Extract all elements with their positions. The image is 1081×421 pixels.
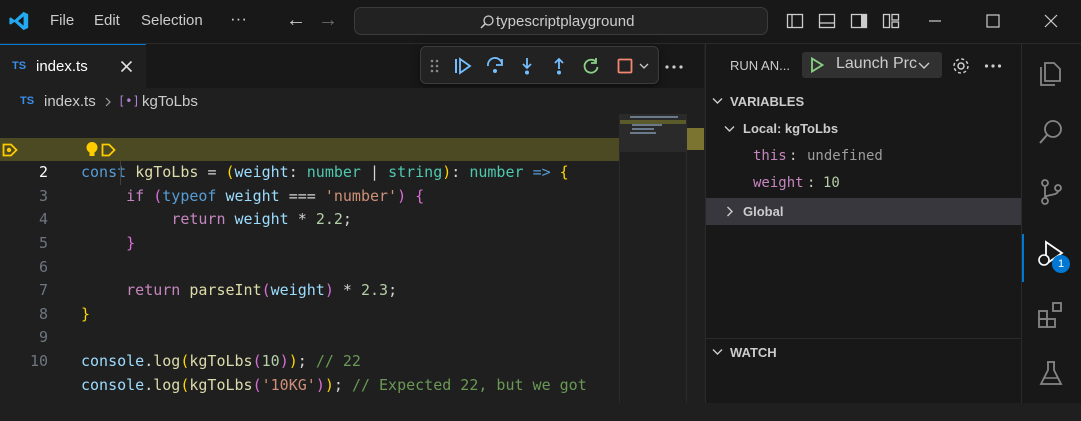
- panel-title: RUN AN...: [730, 58, 790, 73]
- scope-label: Local: kgToLbs: [743, 121, 839, 136]
- inline-breakpoint-icon[interactable]: [101, 143, 117, 157]
- step-over-icon[interactable]: [485, 56, 505, 76]
- editor-scrollbar[interactable]: [686, 114, 704, 403]
- gear-icon[interactable]: [951, 56, 971, 76]
- search-icon[interactable]: [1036, 117, 1066, 147]
- command-center-label: typescriptplayground: [496, 13, 635, 30]
- code-line: 6 return parseInt(weight) * 2.3;: [0, 232, 619, 300]
- start-debugging-icon[interactable]: [810, 57, 824, 73]
- lightbulb-icon[interactable]: [85, 141, 99, 159]
- code-line: 4 }: [0, 185, 619, 252]
- watch-section-header[interactable]: WATCH: [706, 339, 1022, 365]
- code-line: 9 console.log(kgToLbs(10)); // 22: [0, 303, 619, 370]
- symbol-variable-icon: [•]: [118, 94, 140, 108]
- explorer-icon[interactable]: [1036, 58, 1066, 88]
- indent-guide: [120, 161, 121, 185]
- line-number: 10: [29, 351, 48, 370]
- active-indicator: [1022, 234, 1024, 282]
- code-line: 7 }: [0, 256, 619, 323]
- continue-icon[interactable]: [453, 56, 473, 76]
- typescript-file-icon: TS: [12, 60, 27, 72]
- scope-local[interactable]: Local: kgToLbs: [706, 115, 1022, 142]
- variables-title: VARIABLES: [730, 94, 805, 109]
- editor-more-actions-icon[interactable]: [664, 64, 684, 70]
- step-into-icon[interactable]: [517, 56, 537, 76]
- close-tab-icon[interactable]: [120, 60, 133, 73]
- breadcrumb-symbol[interactable]: kgToLbs: [142, 93, 198, 110]
- restart-icon[interactable]: [581, 56, 601, 76]
- variables-section-header[interactable]: VARIABLES: [706, 89, 1022, 115]
- debug-count-badge: 1: [1052, 255, 1070, 273]
- breadcrumb: TS index.ts [•] kgToLbs: [0, 88, 704, 114]
- code-editor[interactable]: 1 const kgToLbs = (weight: number | stri…: [0, 114, 619, 403]
- activity-bar: 1: [1021, 44, 1081, 403]
- menu-file[interactable]: File: [50, 12, 74, 29]
- launch-config-label: Launch Prc: [836, 55, 917, 72]
- launch-config-dropdown[interactable]: Launch Prc: [802, 52, 942, 78]
- code-line: 10 console.log(kgToLbs('10KG')); // Expe…: [0, 326, 619, 394]
- testing-flask-icon[interactable]: [1036, 359, 1066, 389]
- drag-handle-icon[interactable]: [430, 59, 439, 73]
- toggle-primary-sidebar-icon[interactable]: [786, 12, 804, 30]
- variable-value: 10: [823, 175, 840, 191]
- tab-index-ts[interactable]: TS index.ts: [0, 44, 146, 88]
- breadcrumb-file[interactable]: index.ts: [44, 93, 96, 110]
- toggle-panel-icon[interactable]: [818, 12, 836, 30]
- minimap-code: [632, 124, 662, 126]
- forward-arrow-icon[interactable]: →: [318, 9, 338, 32]
- command-center-search[interactable]: typescriptplayground: [354, 7, 768, 35]
- tab-label: index.ts: [36, 58, 88, 75]
- variable-name: weight: [753, 175, 804, 191]
- stop-icon[interactable]: [615, 56, 635, 76]
- more-actions-icon[interactable]: [984, 63, 1002, 69]
- maximize-icon[interactable]: [984, 12, 1002, 30]
- search-icon: [480, 15, 494, 29]
- chevron-right-icon: [727, 206, 733, 217]
- code-line: 5: [0, 208, 619, 252]
- title-bar: File Edit Selection ··· ← → typescriptpl…: [0, 0, 1081, 44]
- code-line: 8: [0, 279, 619, 323]
- code-line: 1 const kgToLbs = (weight: number | stri…: [0, 114, 619, 182]
- minimap[interactable]: [619, 114, 687, 403]
- run-and-debug-panel: RUN AN... Launch Prc VARIABLES Local: kg…: [705, 44, 1022, 403]
- menu-more[interactable]: ···: [230, 9, 247, 29]
- toggle-secondary-sidebar-icon[interactable]: [850, 12, 868, 30]
- back-arrow-icon[interactable]: ←: [286, 9, 306, 32]
- watch-title: WATCH: [730, 345, 777, 360]
- chevron-down-icon: [918, 62, 930, 69]
- minimap-code: [630, 132, 656, 134]
- variable-value: undefined: [807, 148, 883, 164]
- code-text: console.log(kgToLbs(10)); // 22: [81, 351, 361, 370]
- chevron-down-icon[interactable]: [639, 63, 649, 69]
- typescript-file-icon: TS: [20, 95, 35, 107]
- menu-selection[interactable]: Selection: [141, 12, 203, 29]
- scope-label: Global: [743, 204, 784, 219]
- code-text: console.log(kgToLbs('10KG')); // Expecte…: [81, 375, 587, 394]
- scrollbar-highlight: [687, 128, 704, 150]
- menu-edit[interactable]: Edit: [94, 12, 120, 29]
- vscode-logo-icon: [9, 11, 29, 31]
- step-out-icon[interactable]: [549, 56, 569, 76]
- chevron-down-icon: [712, 349, 723, 355]
- close-window-icon[interactable]: [1042, 12, 1060, 30]
- chevron-right-icon: [105, 97, 111, 107]
- debug-stackframe-icon[interactable]: [2, 143, 18, 157]
- scope-global[interactable]: Global: [706, 198, 1022, 225]
- variable-name: this: [753, 148, 787, 164]
- code-line: 3 return weight * 2.2;: [0, 161, 619, 229]
- chevron-down-icon: [724, 126, 735, 132]
- variable-row[interactable]: weight : 10: [706, 170, 1022, 197]
- minimap-code: [630, 116, 678, 118]
- source-control-icon[interactable]: [1036, 177, 1066, 207]
- debug-toolbar: [420, 46, 659, 84]
- minimize-icon[interactable]: [926, 12, 944, 30]
- customize-layout-icon[interactable]: [882, 12, 900, 30]
- minimap-code: [632, 128, 654, 130]
- chevron-down-icon: [712, 98, 723, 104]
- extensions-icon[interactable]: [1036, 300, 1066, 330]
- variable-row[interactable]: this : undefined: [706, 143, 1022, 170]
